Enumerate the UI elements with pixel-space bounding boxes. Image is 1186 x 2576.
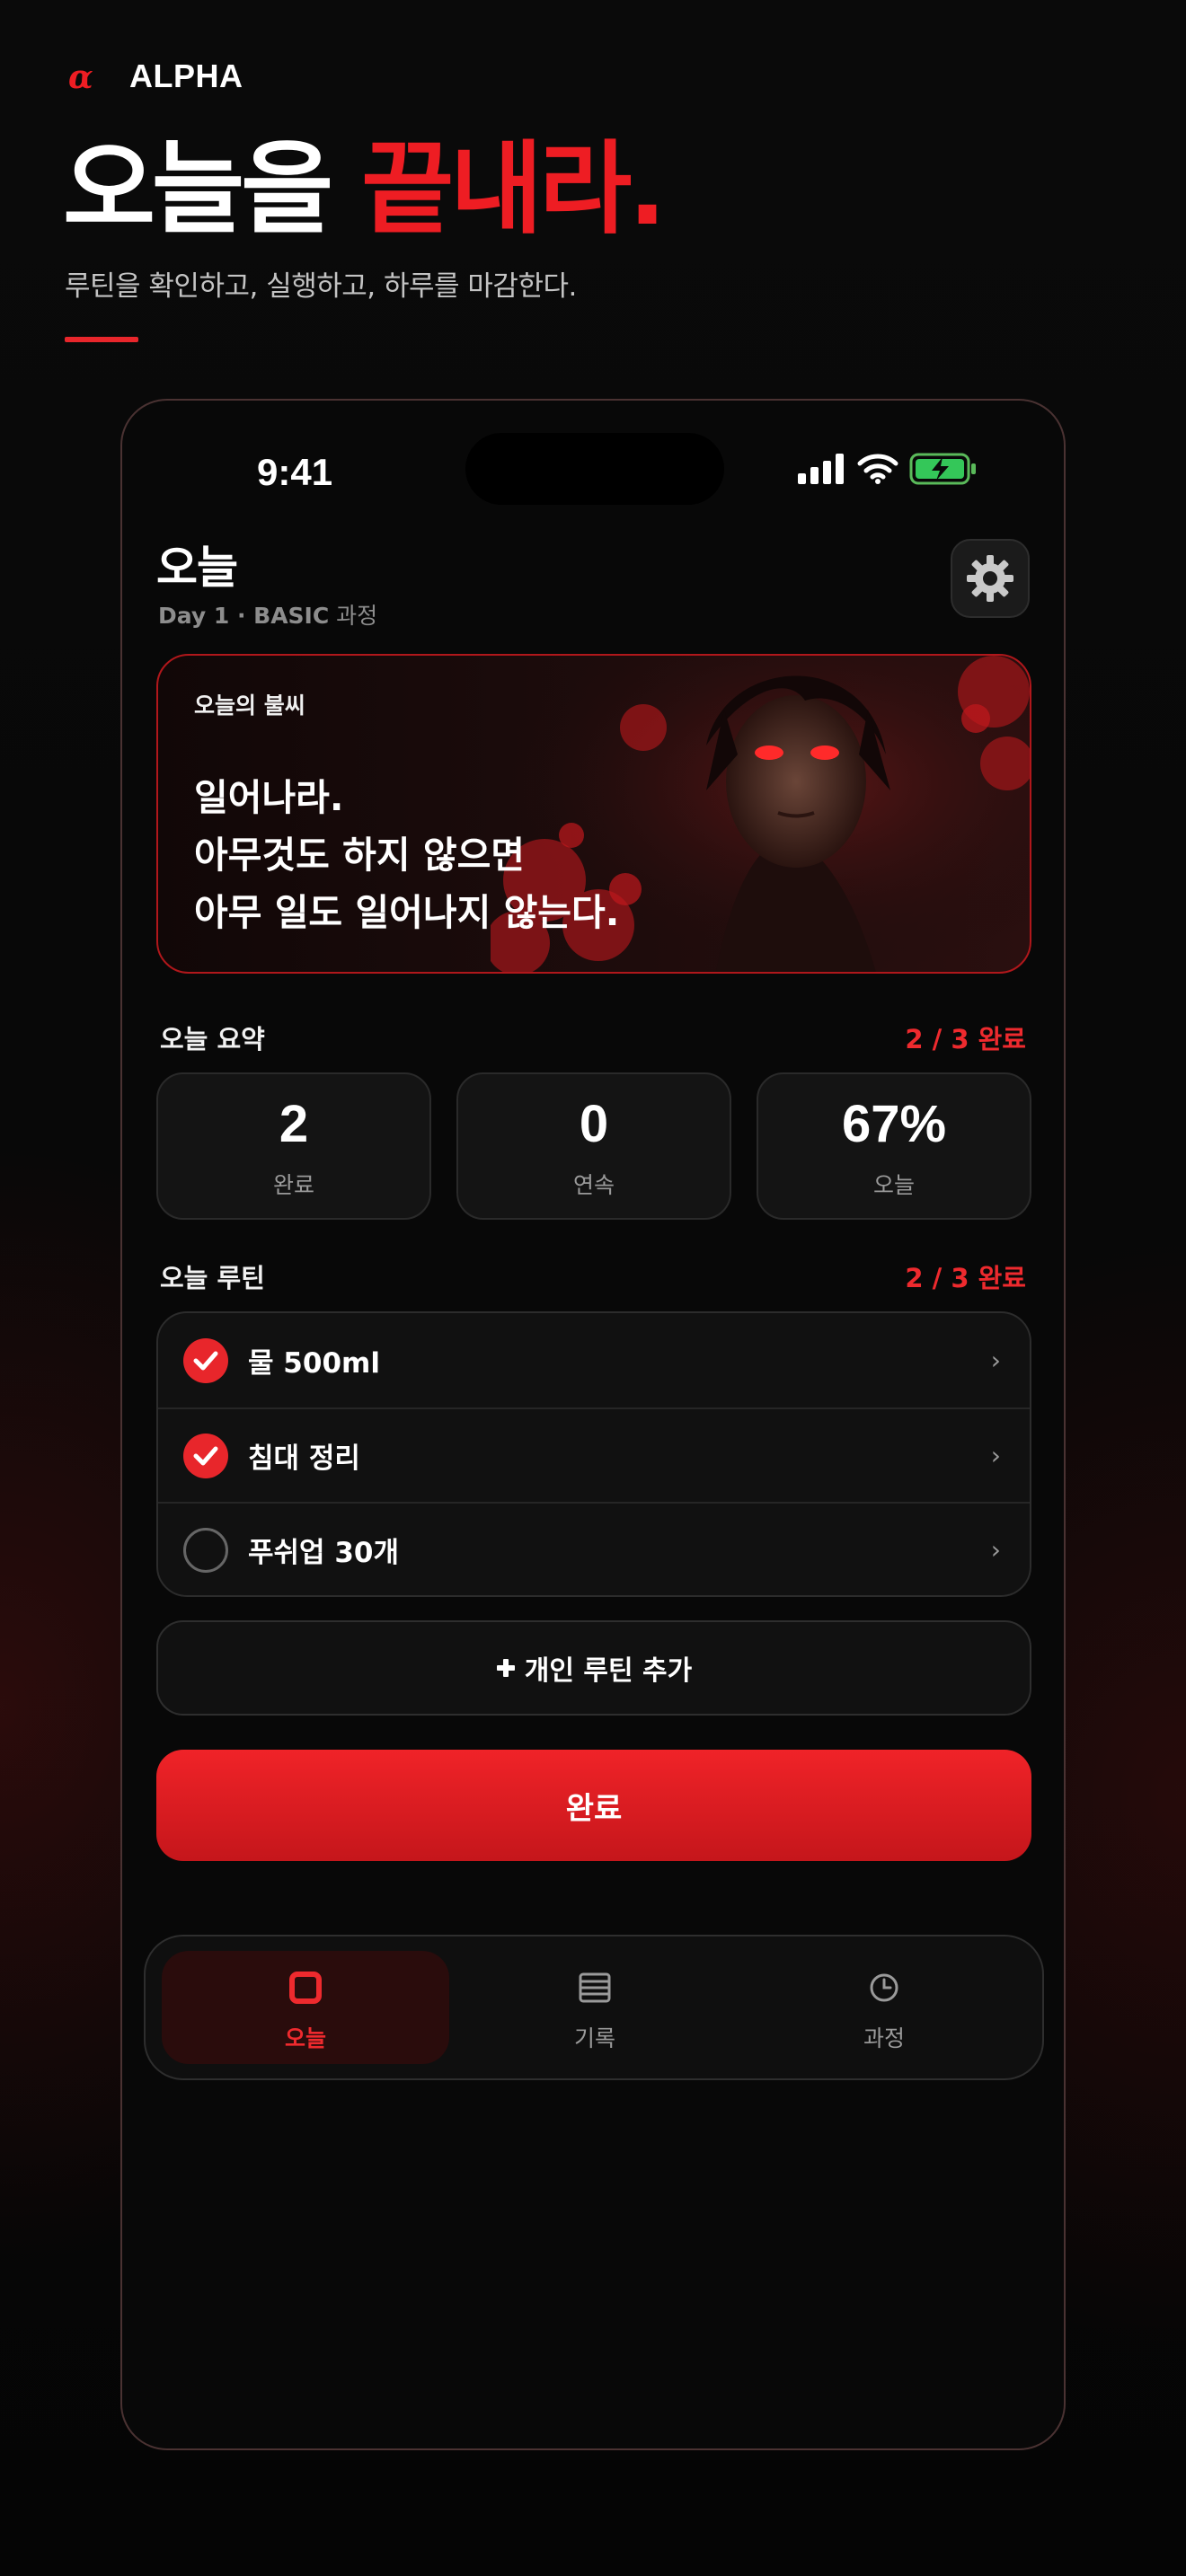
checkmark-icon [193,1351,218,1370]
stat-card-streak: 0 연속 [456,1072,731,1220]
headline-part1: 오늘을 [63,131,362,248]
summary-title: 오늘 요약 [160,1024,265,1054]
add-routine-label: 개인 루틴 추가 [524,1655,693,1687]
screen-subtitle: Day 1 · BASIC 과정 [158,598,377,631]
brand-name: ALPHA [129,57,243,94]
screen-title: 오늘 [156,542,238,594]
routine-list: 물 500ml › 침대 정리 › 푸쉬업 30개 › [156,1311,1031,1597]
battery-charging-icon [909,453,976,485]
tab-bar: 오늘 기록 과정 [144,1935,1044,2080]
hero-card: 오늘의 불씨 일어나라. 아무것도 하지 않으면 아무 일도 일어나지 않는다. [156,654,1031,974]
settings-button[interactable] [951,539,1030,618]
tab-label: 과정 [863,2025,905,2051]
stat-label: 오늘 [872,1172,915,1198]
routine-label: 물 500ml [248,1347,380,1380]
alpha-logo-icon: α [68,58,93,96]
hero-quote: 일어나라. 아무것도 하지 않으면 아무 일도 일어나지 않는다. [194,769,619,941]
square-icon [162,1967,449,2008]
stat-card-today: 67% 오늘 [757,1072,1031,1220]
plus-icon [496,1659,515,1677]
page: α ALPHA 오늘을 끝내라. 루틴을 확인하고, 실행하고, 하루를 마감한… [0,0,1186,2576]
divider [65,337,138,342]
add-routine-button[interactable]: 개인 루틴 추가 [156,1620,1031,1716]
status-icons [798,453,978,485]
tab-label: 오늘 [284,2025,326,2051]
checkmark-icon [193,1446,218,1465]
chevron-right-icon: › [990,1345,1001,1375]
headline-accent: 끝내라. [361,131,667,248]
hero-quote-line: 일어나라. [194,776,344,819]
tab-course[interactable]: 과정 [740,1951,1028,2064]
checkbox-checked[interactable] [183,1433,228,1478]
routine-item[interactable]: 침대 정리 › [158,1407,1030,1502]
tab-records[interactable]: 기록 [451,1951,739,2064]
signal-icon [798,454,844,484]
chevron-right-icon: › [990,1535,1001,1565]
dynamic-island [465,433,724,505]
wifi-icon [857,454,898,484]
chevron-right-icon: › [990,1441,1001,1470]
stat-card-completed: 2 완료 [156,1072,431,1220]
hero-quote-line: 아무것도 하지 않으면 [194,834,526,877]
tab-today[interactable]: 오늘 [162,1951,449,2064]
complete-button[interactable]: 완료 [156,1750,1031,1861]
stat-label: 완료 [272,1172,314,1198]
routine-label: 푸쉬업 30개 [248,1537,400,1569]
headline: 오늘을 끝내라. [63,134,667,245]
subline: 루틴을 확인하고, 실행하고, 하루를 마감한다. [65,270,577,303]
hero-label: 오늘의 불씨 [194,693,305,719]
svg-text:α: α [68,58,93,96]
routine-item[interactable]: 물 500ml › [158,1313,1030,1407]
clock-icon [740,1967,1028,2008]
stat-value: 67% [841,1095,947,1153]
routines-count: 2 / 3 완료 [905,1263,1026,1293]
subtitle-day: Day 1 · BASIC [158,603,330,629]
summary-count: 2 / 3 완료 [905,1024,1026,1054]
routine-item[interactable]: 푸쉬업 30개 › [158,1502,1030,1595]
status-time: 9:41 [257,451,333,493]
hero-quote-line: 아무 일도 일어나지 않는다. [194,891,620,934]
stat-value: 2 [279,1095,309,1153]
checkbox-unchecked[interactable] [183,1527,228,1573]
routine-label: 침대 정리 [248,1442,360,1475]
phone-mockup: 9:41 오늘 Day 1 · BASIC 과정 오늘의 불씨 일어나라. 아무… [120,399,1066,2450]
gear-icon [967,555,1013,602]
brand: α ALPHA [65,56,243,97]
tab-label: 기록 [573,2025,615,2051]
checkbox-checked[interactable] [183,1337,228,1383]
list-icon [451,1967,739,2008]
subtitle-course: 과정 [329,603,378,629]
stat-value: 0 [579,1095,609,1153]
stat-label: 연속 [572,1172,615,1198]
routines-title: 오늘 루틴 [160,1263,265,1293]
